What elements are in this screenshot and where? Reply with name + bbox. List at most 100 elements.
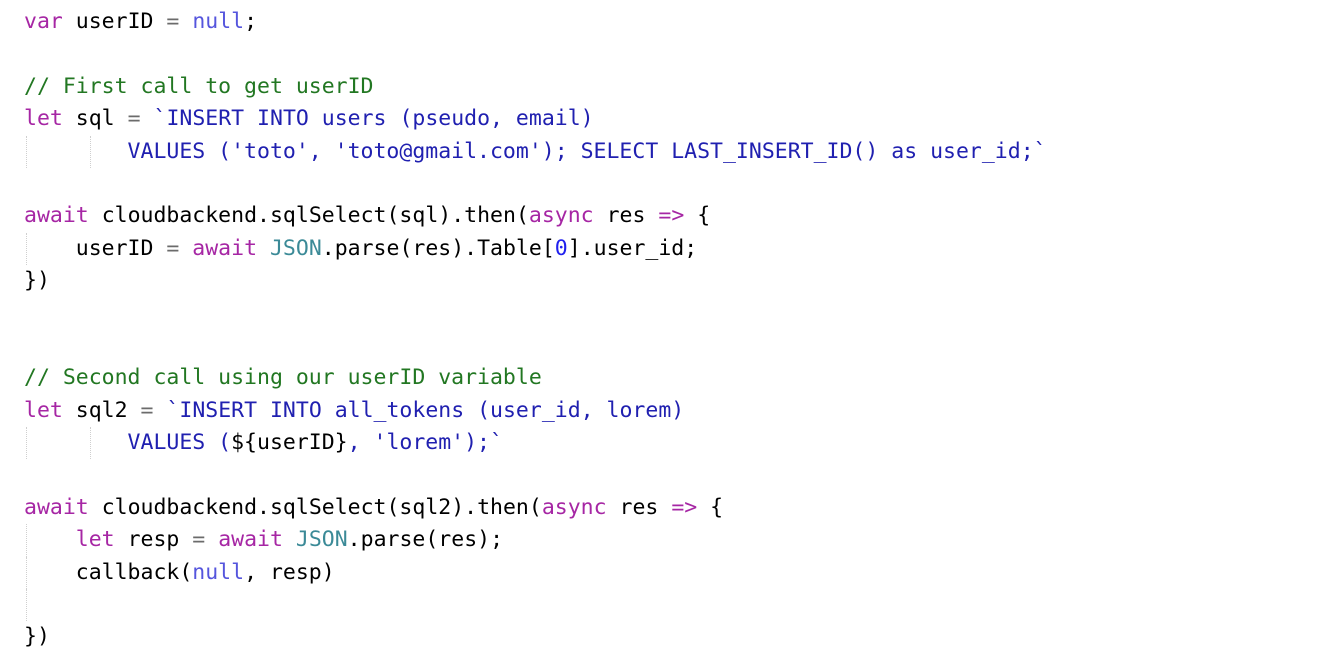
code-token-kw: => — [658, 203, 685, 229]
code-token-pln — [24, 527, 76, 552]
code-line-text: callback(null, resp) — [24, 560, 335, 585]
code-line[interactable] — [0, 330, 1338, 362]
code-line[interactable]: await cloudbackend.sqlSelect(sql).then(a… — [0, 200, 1338, 232]
code-token-kw: var — [24, 9, 63, 34]
code-token-pln: ( — [515, 203, 529, 229]
code-line[interactable]: callback(null, resp) — [0, 556, 1338, 590]
code-editor-viewport[interactable]: var userID = null; // First call to get … — [0, 0, 1338, 649]
code-line[interactable]: let sql = `INSERT INTO users (pseudo, em… — [0, 103, 1338, 135]
code-token-pln: (res).Table[ — [399, 235, 555, 261]
code-line-text: let sql2 = `INSERT INTO all_tokens (user… — [24, 398, 684, 423]
code-line[interactable]: // First call to get userID — [0, 71, 1338, 103]
code-line-text: await cloudbackend.sqlSelect(sql2).then(… — [24, 495, 723, 520]
code-line-text: userID = await JSON.parse(res).Table[0].… — [24, 236, 697, 261]
code-token-pln: (sql2). — [386, 494, 478, 520]
code-token-pln: ( — [528, 494, 542, 520]
code-token-kw: await — [192, 235, 258, 261]
code-token-pln: . — [321, 235, 335, 261]
code-token-str: VALUES ('toto', 'toto@gmail.com'); SELEC… — [24, 138, 1047, 164]
code-token-kw: let — [24, 397, 63, 423]
code-line[interactable]: // Second call using our userID variable — [0, 362, 1338, 394]
code-token-pln: , resp) — [244, 559, 335, 585]
code-token-kw: async — [541, 494, 607, 520]
code-token-pln — [594, 203, 607, 228]
code-token-op: = — [127, 106, 141, 132]
code-line[interactable]: }) — [0, 265, 1338, 297]
code-token-pln — [63, 106, 76, 131]
code-line-text: let resp = await JSON.parse(res); — [24, 527, 503, 552]
code-token-pln: . — [257, 203, 270, 229]
code-line[interactable] — [0, 298, 1338, 330]
code-token-pln: then — [464, 203, 516, 229]
code-line[interactable]: let sql2 = `INSERT INTO all_tokens (user… — [0, 395, 1338, 427]
code-token-kw: await — [218, 527, 283, 553]
code-token-pln: res — [606, 203, 646, 229]
code-token-op: = — [140, 397, 154, 423]
code-line[interactable] — [0, 589, 1338, 622]
code-line[interactable]: VALUES (${userID}, 'lorem');` — [0, 427, 1338, 460]
code-token-pln: sql — [75, 106, 115, 132]
code-token-nul: null — [192, 559, 245, 585]
code-token-kw: await — [24, 203, 89, 229]
code-token-pln: { — [697, 494, 724, 520]
code-token-pln — [141, 106, 154, 131]
code-line[interactable] — [0, 38, 1338, 70]
code-token-pln: then — [477, 494, 529, 520]
code-line[interactable]: let resp = await JSON.parse(res); — [0, 524, 1338, 557]
code-token-pln — [153, 398, 166, 423]
code-token-str: , 'lorem');` — [347, 430, 503, 456]
code-line[interactable] — [0, 459, 1338, 491]
code-token-pln — [153, 9, 166, 34]
code-token-pln: sql2 — [75, 397, 128, 423]
code-token-pln: userID — [75, 9, 154, 34]
code-token-pln: }) — [24, 268, 50, 294]
code-token-pln: callback( — [24, 559, 193, 585]
code-token-pln: . — [347, 527, 361, 553]
code-line-text: }) — [24, 624, 50, 649]
code-token-op: = — [192, 527, 206, 553]
code-token-cls: JSON — [269, 235, 322, 261]
code-token-pln: { — [684, 203, 711, 229]
code-token-cls: JSON — [295, 527, 348, 553]
code-content-area[interactable]: var userID = null; // First call to get … — [0, 0, 1338, 654]
code-line[interactable]: VALUES ('toto', 'toto@gmail.com'); SELEC… — [0, 135, 1338, 168]
code-token-kw: let — [24, 106, 63, 132]
code-token-cmt: // Second call using our userID variable — [24, 365, 542, 391]
code-token-pln — [257, 236, 270, 261]
code-token-pln: sqlSelect — [269, 494, 387, 520]
code-token-pln: ; — [244, 9, 258, 34]
code-token-pln: ].user_id; — [567, 235, 698, 261]
code-line[interactable]: }) — [0, 621, 1338, 653]
code-token-pln: sqlSelect — [269, 203, 387, 229]
code-line-text: VALUES (${userID}, 'lorem');` — [24, 430, 503, 455]
code-line[interactable]: await cloudbackend.sqlSelect(sql2).then(… — [0, 492, 1338, 524]
code-token-pln: }) — [24, 624, 50, 650]
code-token-pln: (sql). — [386, 203, 465, 229]
code-token-pln: res — [619, 494, 659, 520]
code-line[interactable] — [0, 168, 1338, 200]
code-token-pln — [607, 495, 620, 520]
code-token-str: `INSERT INTO all_tokens (user_id, lorem) — [166, 397, 685, 423]
code-line-text: // First call to get userID — [24, 74, 374, 99]
code-token-pln — [128, 398, 141, 423]
code-token-pln: (res); — [425, 527, 504, 553]
code-line[interactable]: userID = await JSON.parse(res).Table[0].… — [0, 232, 1338, 266]
code-token-kw: async — [528, 203, 594, 229]
code-line-text: let sql = `INSERT INTO users (pseudo, em… — [24, 106, 594, 131]
code-token-pln: parse — [334, 235, 400, 261]
code-token-pln: cloudbackend — [101, 203, 258, 229]
code-token-pln — [179, 9, 192, 34]
code-line[interactable]: var userID = null; — [0, 6, 1338, 38]
code-token-str: `INSERT INTO users (pseudo, email) — [153, 106, 594, 132]
code-line-text: }) — [24, 268, 50, 293]
code-token-str: VALUES ( — [24, 430, 232, 456]
code-line-text: // Second call using our userID variable — [24, 365, 542, 390]
code-token-op: = — [166, 235, 180, 261]
code-token-pln — [115, 106, 128, 131]
code-token-pln — [179, 236, 192, 261]
